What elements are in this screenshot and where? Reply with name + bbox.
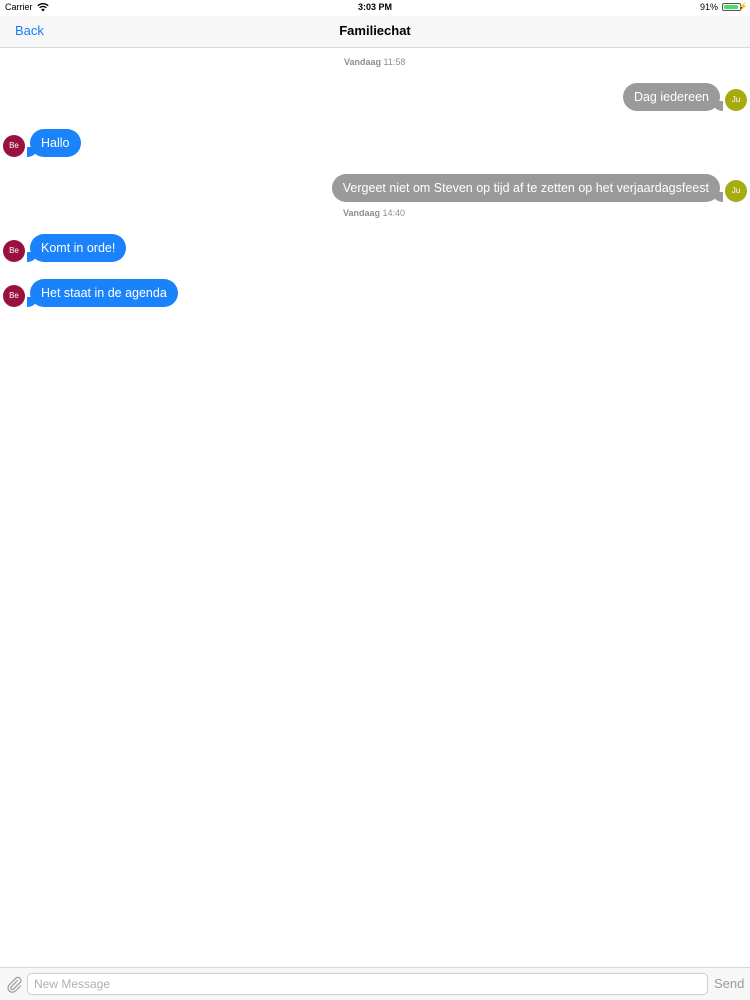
message-text: Vergeet niet om Steven op tijd af te zet… bbox=[342, 181, 709, 195]
message-timestamp: Vandaag 11:58 bbox=[344, 57, 405, 67]
avatar-initials: Ju bbox=[731, 186, 741, 195]
message-bubble-outgoing[interactable]: Dag iedereen bbox=[622, 83, 724, 111]
status-bar: Carrier 3:03 PM 91% ⚡ bbox=[0, 0, 750, 16]
message-text: Hallo bbox=[41, 136, 70, 150]
message-text: Het staat in de agenda bbox=[41, 286, 167, 300]
timestamp-time: 14:40 bbox=[382, 208, 406, 218]
message-timestamp: Vandaag 14:40 bbox=[343, 208, 405, 218]
message-bubble-outgoing[interactable]: Vergeet niet om Steven op tijd af te zet… bbox=[331, 174, 724, 202]
timestamp-day: Vandaag bbox=[343, 208, 381, 218]
message-bubble-incoming[interactable]: Komt in orde! bbox=[26, 234, 127, 262]
message-input[interactable] bbox=[27, 973, 708, 995]
avatar[interactable]: Ju bbox=[725, 180, 747, 202]
send-button[interactable]: Send bbox=[714, 976, 744, 991]
message-text: Dag iedereen bbox=[633, 90, 709, 104]
avatar[interactable]: Ju bbox=[725, 89, 747, 111]
battery-fill bbox=[724, 5, 738, 9]
avatar-initials: Ju bbox=[731, 95, 741, 104]
navigation-bar: Back Familiechat bbox=[0, 16, 750, 48]
timestamp-day: Vandaag bbox=[344, 57, 382, 67]
message-input-bar: Send bbox=[0, 967, 750, 1000]
page-title: Familiechat bbox=[339, 23, 411, 38]
avatar[interactable]: Be bbox=[3, 240, 25, 262]
avatar[interactable]: Be bbox=[3, 285, 25, 307]
message-list[interactable]: Vandaag 11:58 Dag iedereen Ju Be Hallo V… bbox=[0, 48, 750, 967]
status-time: 3:03 PM bbox=[357, 2, 392, 12]
paperclip-icon[interactable] bbox=[5, 975, 23, 993]
timestamp-time: 11:58 bbox=[383, 57, 406, 67]
battery-percentage: 91% bbox=[699, 2, 718, 12]
message-bubble-incoming[interactable]: Het staat in de agenda bbox=[27, 279, 178, 307]
message-bubble-incoming[interactable]: Hallo bbox=[27, 129, 81, 157]
avatar-initials: Be bbox=[9, 291, 19, 300]
message-text: Komt in orde! bbox=[41, 241, 116, 255]
avatar-initials: Be bbox=[9, 141, 19, 150]
avatar[interactable]: Be bbox=[3, 135, 25, 157]
charging-icon: ⚡ bbox=[738, 2, 748, 11]
avatar-initials: Be bbox=[9, 246, 19, 255]
